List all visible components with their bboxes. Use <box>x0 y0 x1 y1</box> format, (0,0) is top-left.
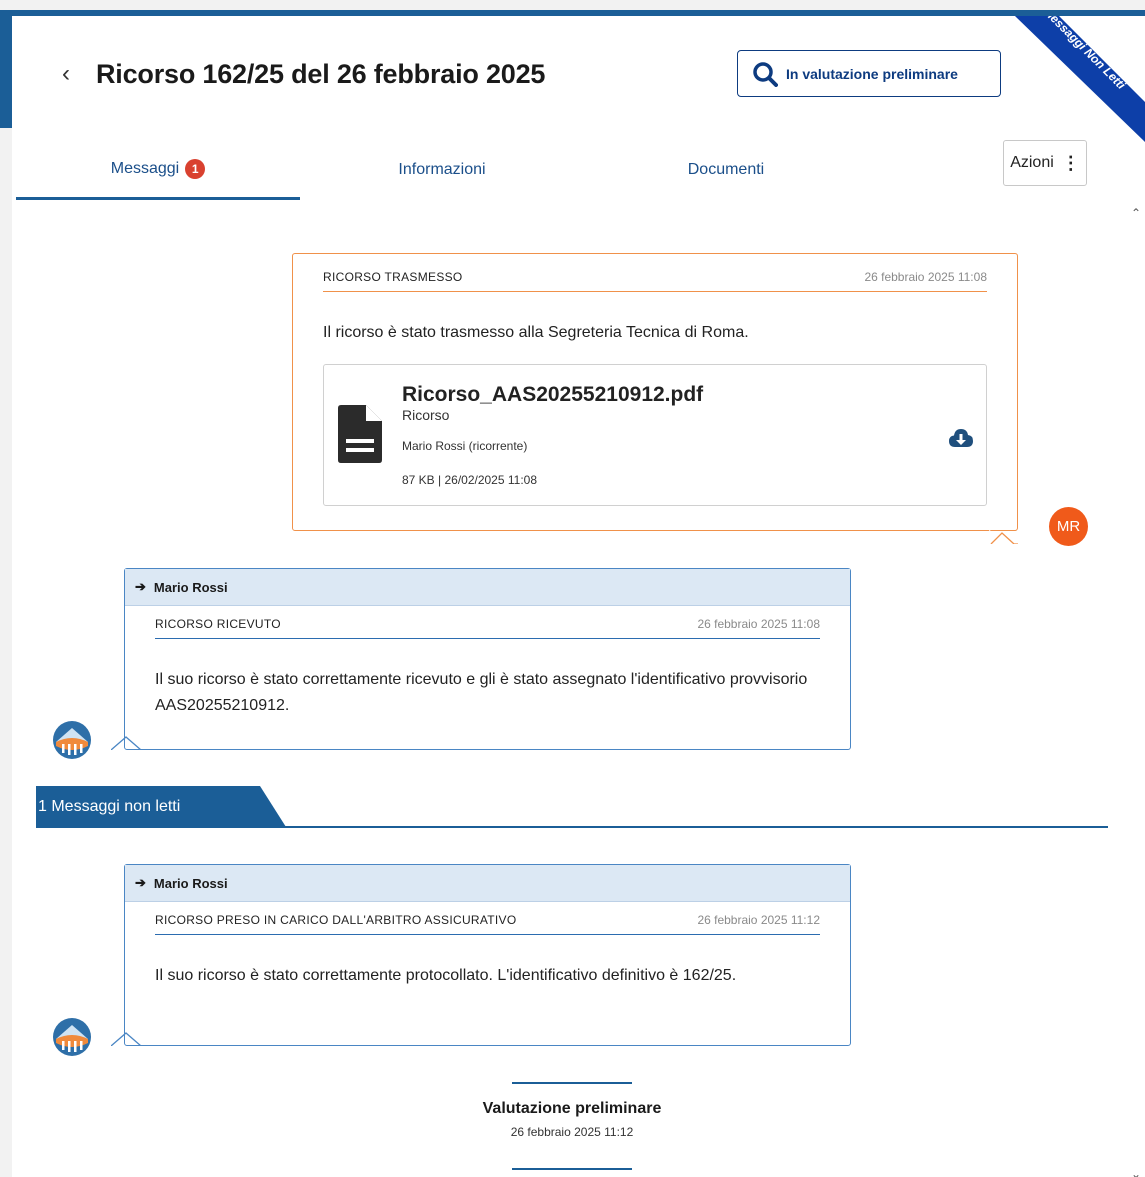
tab-messaggi-label: Messaggi <box>110 159 180 177</box>
arrow-right-icon: ➔ <box>135 875 146 890</box>
left-accent-bar <box>0 10 12 128</box>
message-tail <box>111 736 141 750</box>
message-date: 26 febbraio 2025 11:08 <box>864 270 987 284</box>
unread-divider-line <box>36 826 1108 828</box>
sender-name: Mario Rossi <box>153 579 228 595</box>
arrow-right-icon: ➔ <box>135 579 146 594</box>
more-vertical-icon: ⋮ <box>1061 152 1080 173</box>
arbitro-logo-icon <box>53 721 91 759</box>
message-tail <box>111 1032 141 1046</box>
unread-divider: 1 Messaggi non letti <box>36 786 1108 828</box>
message-header: RICORSO PRESO IN CARICO DALL'ARBITRO ASS… <box>155 913 820 935</box>
message-type: RICORSO RICEVUTO <box>155 617 281 631</box>
ricorso-panel: ‹ Ricorso 162/25 del 26 febbraio 2025 In… <box>12 10 1145 1177</box>
timeline-event-date: 26 febbraio 2025 11:12 <box>510 1125 634 1139</box>
unread-badge: 1 <box>185 158 206 179</box>
tab-informazioni[interactable]: Informazioni <box>300 140 584 200</box>
search-icon <box>753 61 778 87</box>
message-type: RICORSO PRESO IN CARICO DALL'ARBITRO ASS… <box>155 913 517 927</box>
timeline-event: Valutazione preliminare 26 febbraio 2025… <box>412 1082 732 1177</box>
message-tail <box>989 530 1018 544</box>
unread-divider-label: 1 Messaggi non letti <box>38 797 181 815</box>
message-body: Il suo ricorso è stato correttamente ric… <box>155 671 808 714</box>
scroll-up-icon[interactable]: ⌃ <box>1131 206 1141 220</box>
status-button[interactable]: In valutazione preliminare <box>737 50 1001 97</box>
ribbon-arrow-icon <box>1101 40 1112 54</box>
timeline-line-bottom <box>512 1168 632 1170</box>
attachment-meta: 87 KB | 26/02/2025 11:08 <box>402 473 538 487</box>
tab-documenti[interactable]: Documenti <box>584 140 868 200</box>
attachment-card[interactable]: Ricorso_AAS20255210912.pdf Ricorso Mario… <box>323 364 987 506</box>
scrollbar[interactable]: ⌃ ⌄ <box>1127 202 1145 1177</box>
message-sent: RICORSO TRASMESSO 26 febbraio 2025 11:08… <box>292 253 1018 544</box>
message-header: RICORSO TRASMESSO 26 febbraio 2025 11:08 <box>323 270 987 292</box>
tab-bar: Messaggi 1 Informazioni Documenti Azioni… <box>12 140 1145 202</box>
message-sender: ➔ Mario Rossi <box>125 865 850 902</box>
avatar: MR <box>1049 507 1088 546</box>
message-body: Il ricorso è stato trasmesso alla Segret… <box>323 324 749 341</box>
attachment-doc-type: Ricorso <box>402 407 450 423</box>
sender-name: Mario Rossi <box>153 875 228 891</box>
page-title: Ricorso 162/25 del 26 febbraio 2025 <box>96 59 546 89</box>
message-received: ➔ Mario Rossi RICORSO RICEVUTO 26 febbra… <box>111 568 851 750</box>
attachment-owner: Mario Rossi (ricorrente) <box>402 439 528 453</box>
timeline-line-top <box>512 1082 632 1084</box>
actions-button[interactable]: Azioni ⋮ <box>1003 140 1087 186</box>
message-received: ➔ Mario Rossi RICORSO PRESO IN CARICO DA… <box>111 864 851 1046</box>
page-header: ‹ Ricorso 162/25 del 26 febbraio 2025 In… <box>12 16 1145 142</box>
timeline-event-title: Valutazione preliminare <box>482 1100 662 1117</box>
status-label: In valutazione preliminare <box>786 65 958 82</box>
message-body: Il suo ricorso è stato correttamente pro… <box>155 967 737 984</box>
message-type: RICORSO TRASMESSO <box>323 270 463 284</box>
file-icon <box>338 405 382 463</box>
cloud-download-icon[interactable] <box>948 427 974 449</box>
message-header: RICORSO RICEVUTO 26 febbraio 2025 11:08 <box>155 617 820 639</box>
window-top-strip <box>0 0 1145 10</box>
tab-informazioni-label: Informazioni <box>398 161 486 178</box>
tab-messaggi[interactable]: Messaggi 1 <box>16 140 300 200</box>
message-date: 26 febbraio 2025 11:12 <box>697 913 820 927</box>
message-date: 26 febbraio 2025 11:08 <box>697 617 820 631</box>
chevron-left-icon[interactable]: ‹ <box>62 62 70 86</box>
message-sender: ➔ Mario Rossi <box>125 569 850 606</box>
attachment-file-name[interactable]: Ricorso_AAS20255210912.pdf <box>402 383 703 407</box>
arbitro-logo-icon <box>53 1018 91 1056</box>
unread-messages-ribbon[interactable]: Messaggi Non Letti <box>1015 16 1145 142</box>
actions-label: Azioni <box>1010 154 1054 171</box>
scroll-down-icon[interactable]: ⌄ <box>1131 1167 1141 1177</box>
tab-documenti-label: Documenti <box>687 161 765 178</box>
